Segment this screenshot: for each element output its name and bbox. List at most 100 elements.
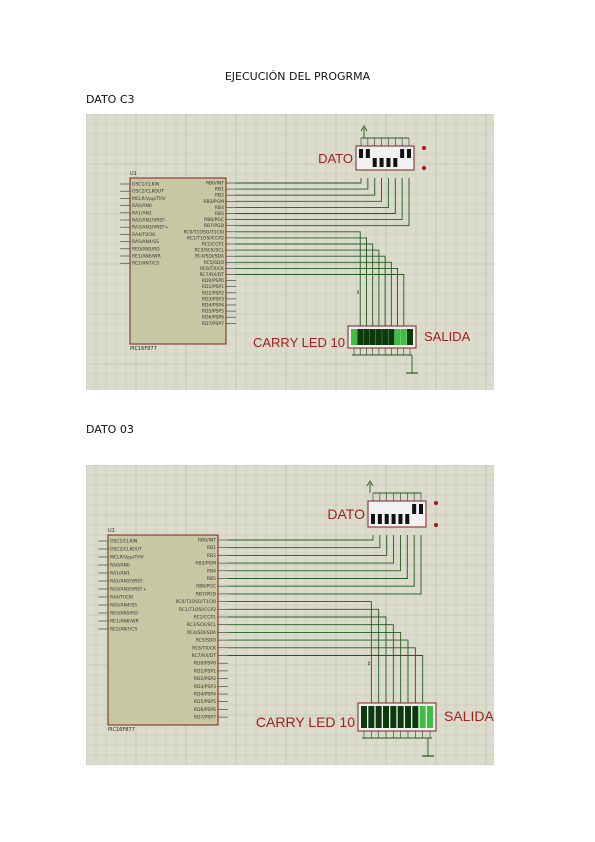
chip-right-pin-label: RC1/T1OSI/CCP2 [179, 607, 216, 613]
chip-left-pin-label: RA0/AN0 [110, 563, 130, 569]
dip-switch-lever [371, 514, 375, 524]
led-label: CARRY LED 10 [256, 714, 355, 730]
chip-part-name: PIC16F877 [108, 727, 135, 733]
led-segment [363, 329, 370, 345]
chip-right-pin-label: RB4 [215, 205, 224, 211]
led-segment [394, 329, 401, 345]
led-segment [412, 706, 419, 728]
wire-dato [228, 535, 408, 579]
chip-left-pin-label: RE2/AN7/CS [132, 261, 159, 267]
switch-terminal-dot [434, 501, 438, 505]
chip-right-pin-label: RD7/PSP7 [194, 715, 216, 721]
dip-switch-lever [386, 158, 391, 167]
chip-right-pin-label: RB1 [207, 545, 216, 551]
wire-salida [236, 249, 380, 326]
chip-right-pin-label: RC7/RX/DT [192, 653, 217, 659]
chip-right-pin-label: RC4/SDI/SDA [195, 254, 225, 260]
wire-dato [236, 178, 389, 208]
schematic-1-canvas: U1 PIC16F877 OSC1/CLKINOSC2/CLKOUTMCLR/Vpp… [86, 114, 494, 390]
chip-left-pin-label: OSC1/CLKIN [110, 539, 137, 545]
wire-salida [236, 267, 399, 326]
chip-right-pin-label: RB6/PGC [196, 584, 216, 590]
chip-left-pin-label: RE1/AN6/WR [132, 254, 161, 260]
chip-left-pin-label: OSC2/CLKOUT [110, 547, 142, 553]
chip-right-pin-label: RB3/PGM [203, 199, 224, 205]
chip-right-pin-label: RC0/T1OSO/T1CKI [183, 229, 224, 235]
chip-right-pin-label: RD5/PSP5 [194, 699, 216, 705]
dip-switch-lever [372, 158, 377, 167]
led-segment [382, 329, 389, 345]
chip-left-pin-label: MCLR/Vpp/THV [110, 555, 145, 561]
dip-switch-lever [398, 514, 403, 524]
led-segment [361, 706, 367, 728]
led-segment [405, 706, 411, 728]
chip-right-pin-label: RC1/T1OSI/CCP2 [187, 235, 224, 241]
dip-switch [367, 500, 427, 528]
chip-right-pin-label: RD1/PSP1 [202, 284, 224, 290]
chip-left-pin-label: RA1/AN1 [132, 210, 152, 216]
document-title: EJECUCIÓN DEL PROGRMA [224, 70, 371, 83]
led-segment [388, 329, 395, 345]
wire-salida [228, 639, 409, 703]
chip-right-pin-label: RD3/PSP3 [202, 296, 224, 302]
dip-switch-lever [365, 149, 370, 158]
dip-switch-lever [379, 158, 384, 167]
schematic-figure-2: U1 PIC16F877 OSC1/CLKIN OSC2/CLKOUT MCLR/Vpp… [86, 465, 494, 765]
chip-right-pin-label: RC6/TX/CK [192, 645, 217, 651]
led-segment [369, 329, 376, 345]
chip-right-pin-label: RC5/SDO [204, 260, 225, 266]
switch-label: DATO [318, 151, 353, 166]
wire-salida [236, 255, 386, 326]
switch-terminal-dot [422, 146, 426, 150]
chip-left-pin-label: RE1/AN6/WR [110, 619, 139, 625]
dip-switch-lever [384, 514, 389, 524]
chip-right-pin-label: RB5 [215, 211, 224, 217]
chip-right-pin-label: RC3/SCK/SCL [195, 248, 225, 254]
schematic-2-canvas: U1 PIC16F877 OSC1/CLKIN OSC2/CLKOUT MCLR/Vpp… [86, 465, 494, 765]
chip-part-name: PIC16F877 [130, 346, 157, 352]
chip-right-pin-label: RC3/SCK/SCL [187, 622, 217, 628]
chip-right-pin-label: RC0/T1OSO/T1CKI [175, 599, 216, 605]
chip-left-pin-label: RE0/AN5/RD [132, 246, 160, 252]
dip-switch-lever [400, 149, 405, 158]
wire-dato [228, 535, 374, 541]
chip-right-pin-label: RC6/TX/CK [200, 266, 225, 272]
chip-right-pin-label: RD6/PSP6 [202, 315, 224, 321]
chip-right-pin-label: RD2/PSP2 [202, 290, 224, 296]
chip-right-pin-label: RD7/PSP7 [202, 321, 224, 327]
led-segment [357, 329, 364, 345]
chip-right-pin-label: RB0/INT [206, 181, 224, 187]
chip-right-pin-label: RB2 [215, 193, 224, 199]
chip-right-pin-label: RB2 [207, 553, 216, 559]
chip-right-pin-label: RC5/SDO [196, 638, 217, 644]
chip-left-pin-label: RA2/AN2/VREF- [132, 218, 167, 224]
dip-switch-lever [393, 158, 398, 167]
chip-left-pin-label: RA0/AN0 [132, 203, 152, 209]
wire-salida [228, 631, 402, 703]
figure-2-caption: DATO 03 [86, 423, 134, 436]
chip-right-pin-label: RB6/PGC [204, 217, 224, 223]
led-segment [375, 329, 382, 345]
dip-switch-lever [359, 149, 363, 158]
dip-switch-lever [391, 514, 396, 524]
chip-right-pin-label: RD4/PSP4 [194, 692, 216, 698]
chip-right-pin-label: RD1/PSP1 [194, 668, 216, 674]
probe-icon: ⇕ [356, 290, 360, 296]
chip-right-pin-label: RB1 [215, 187, 224, 193]
chip-right-pin-label: RB5 [207, 576, 216, 582]
chip-left-pin-label: RA4/T0CKI [110, 595, 133, 601]
chip-right-pin-label: RD4/PSP4 [202, 303, 224, 309]
led-label: CARRY LED 10 [253, 335, 345, 350]
chip-left-pin-label: RA4/T0CKI [132, 232, 155, 238]
chip-right-pin-label: RB7/PGD [204, 223, 225, 229]
chip-right-pin-label: RD6/PSP6 [194, 707, 216, 713]
wire-dato [236, 178, 383, 202]
chip-right-pin-label: RC4/SDI/SDA [187, 630, 217, 636]
chip-right-pin-label: RD0/PSP0 [194, 661, 216, 667]
wire-salida [236, 237, 367, 326]
chip-left-pin-label: OSC1/CLKIN [132, 182, 159, 188]
probe-icon: ⇕ [367, 661, 371, 667]
led-segment [407, 329, 413, 345]
chip-left-pin-label: RE2/AN7/CS [110, 627, 137, 633]
led-segment [368, 706, 375, 728]
